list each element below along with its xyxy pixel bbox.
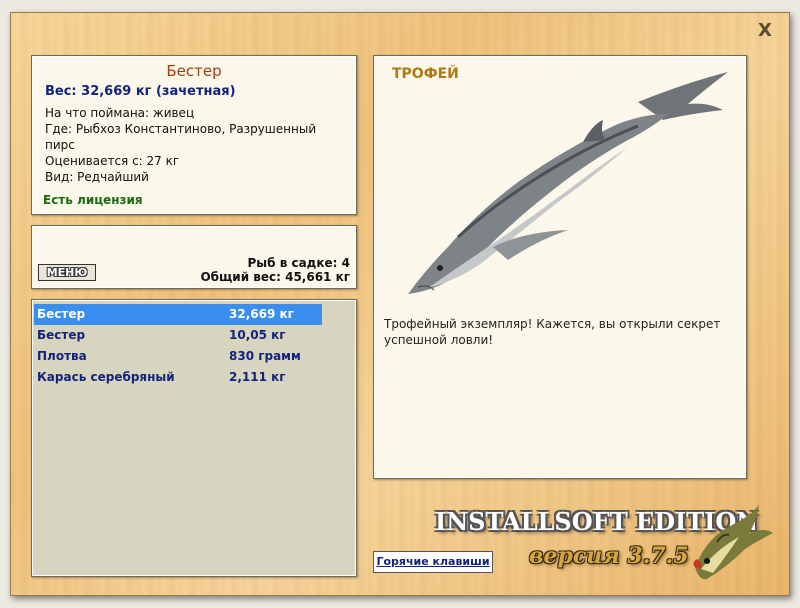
fish-count: Рыб в садке: 4 [247, 256, 351, 270]
catch-name: Карась серебряный [37, 370, 175, 384]
catch-list-panel: Бестер 32,669 кг Бестер 10,05 кг Плотва … [31, 299, 357, 577]
catch-weight: 32,669 кг [229, 307, 294, 321]
keepnet-panel: МЕНЮ Рыб в садке: 4 Общий вес: 45,661 кг [31, 225, 357, 289]
total-weight: Общий вес: 45,661 кг [200, 270, 350, 284]
catch-row[interactable]: Плотва 830 грамм [34, 346, 322, 367]
catch-name: Бестер [37, 328, 86, 342]
menu-button[interactable]: МЕНЮ [38, 264, 96, 281]
catch-name: Плотва [37, 349, 87, 363]
catch-weight: 830 грамм [229, 349, 301, 363]
bait-info: На что поймана: живец [45, 106, 195, 120]
catch-row[interactable]: Бестер 32,669 кг [34, 304, 322, 325]
location-info: Где: Рыбхоз Константиново, Разрушенный п… [45, 122, 317, 152]
kind-info: Вид: Редчайший [45, 170, 149, 184]
catch-weight: 2,111 кг [229, 370, 286, 384]
sturgeon-image [408, 72, 728, 294]
pike-logo-icon [693, 505, 773, 580]
fish-weight: Вес: 32,669 кг (зачетная) [45, 84, 236, 99]
catch-name: Бестер [37, 307, 86, 321]
catch-weight: 10,05 кг [229, 328, 286, 342]
license-status: Есть лицензия [43, 193, 143, 207]
trophy-label: ТРОФЕЙ [392, 66, 459, 82]
valued-from-info: Оценивается с: 27 кг [45, 154, 180, 168]
catch-list: Бестер 32,669 кг Бестер 10,05 кг Плотва … [34, 304, 356, 388]
catch-row[interactable]: Бестер 10,05 кг [34, 325, 322, 346]
hotkeys-button[interactable]: Горячие клавиши [373, 551, 493, 573]
trophy-description: Трофейный экземпляр! Кажется, вы открыли… [384, 317, 721, 347]
version-label: версия 3.7.5 [529, 543, 689, 569]
catch-window: X Бестер Вес: 32,669 кг (зачетная) На чт… [10, 12, 790, 596]
fish-name: Бестер [166, 62, 222, 80]
catch-row[interactable]: Карась серебряный 2,111 кг [34, 367, 322, 388]
fish-info-panel: Бестер Вес: 32,669 кг (зачетная) На что … [31, 55, 357, 215]
trophy-photo-panel: ТРОФЕЙ Трофейный экземпляр! Кажется, вы … [373, 55, 747, 479]
keepnet-stats: Рыб в садке: 4 Общий вес: 45,661 кг [200, 256, 350, 284]
close-button[interactable]: X [755, 21, 775, 41]
